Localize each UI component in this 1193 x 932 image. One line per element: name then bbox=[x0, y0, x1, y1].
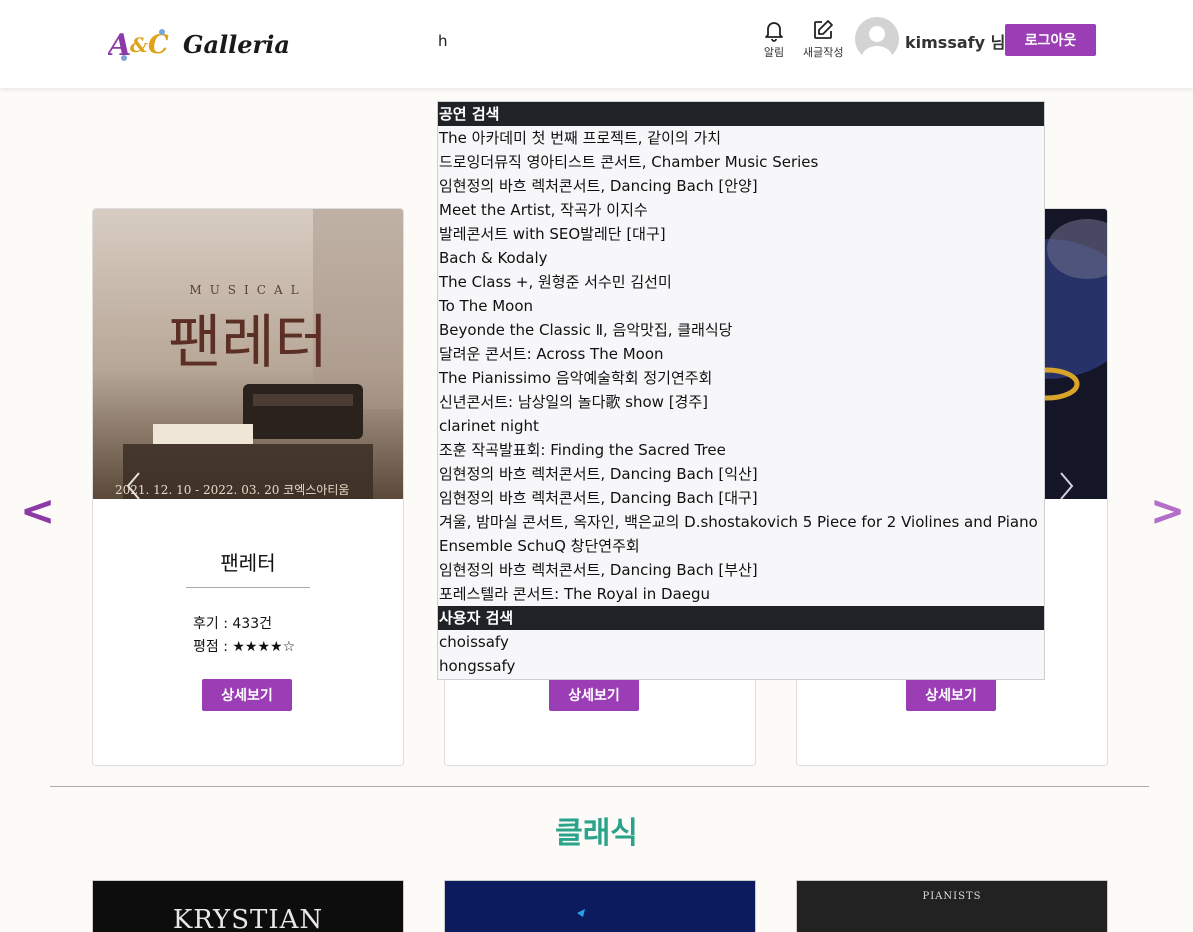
performance-result[interactable]: To The Moon bbox=[438, 294, 1044, 318]
performance-result[interactable]: 드로잉더뮤직 영아티스트 콘서트, Chamber Music Series bbox=[438, 150, 1044, 174]
logout-button[interactable]: 로그아웃 bbox=[1005, 24, 1096, 56]
top-header: A & C Galleria 알림 새글작성 kimssafy 님 로그아웃 bbox=[0, 0, 1193, 88]
section-divider bbox=[50, 786, 1149, 787]
edit-icon bbox=[814, 20, 834, 39]
classic-thumbnail[interactable]: KRYSTIAN bbox=[92, 880, 404, 932]
poster-date: 2021. 12. 10 - 2022. 03. 20 코엑스아티움 bbox=[115, 483, 350, 497]
card-title: 팬레터 bbox=[220, 551, 276, 575]
user-icon bbox=[862, 26, 892, 61]
new-post-label: 새글작성 bbox=[803, 46, 844, 59]
poster-image[interactable]: MUSICAL 팬레터 2021. 12. 10 - 2022. 03. 20 … bbox=[93, 209, 403, 501]
performance-result[interactable]: Ensemble SchuQ 창단연주회 bbox=[438, 534, 1044, 558]
performance-result[interactable]: 발레콘서트 with SEO발레단 [대구] bbox=[438, 222, 1044, 246]
search-input[interactable] bbox=[432, 26, 732, 56]
avatar[interactable] bbox=[855, 17, 899, 61]
detail-button[interactable]: 상세보기 bbox=[906, 679, 996, 711]
performance-result[interactable]: The Class +, 원형준 서수민 김선미 bbox=[438, 270, 1044, 294]
user-search-header: 사용자 검색 bbox=[438, 606, 1044, 630]
performance-search-header: 공연 검색 bbox=[438, 102, 1044, 126]
logo[interactable]: A & C Galleria bbox=[105, 22, 298, 64]
performance-card: MUSICAL 팬레터 2021. 12. 10 - 2022. 03. 20 … bbox=[92, 208, 404, 766]
new-post-button[interactable]: 새글작성 bbox=[803, 18, 843, 60]
thumbnail-text: PIANISTS bbox=[922, 891, 982, 902]
detail-button[interactable]: 상세보기 bbox=[202, 679, 292, 711]
detail-button[interactable]: 상세보기 bbox=[549, 679, 639, 711]
username: kimssafy 님 bbox=[905, 33, 1006, 52]
carousel-prev-button[interactable]: < bbox=[20, 488, 55, 534]
classic-thumbnail[interactable] bbox=[444, 880, 756, 932]
performance-result[interactable]: 달려운 콘서트: Across The Moon bbox=[438, 342, 1044, 366]
svg-text:A: A bbox=[108, 28, 131, 63]
section-title: 클래식 bbox=[555, 816, 638, 851]
carousel-next-button[interactable]: > bbox=[1150, 488, 1185, 534]
performance-result[interactable]: 신년콘서트: 남상일의 놀다歌 show [경주] bbox=[438, 390, 1044, 414]
performance-result[interactable]: Bach & Kodaly bbox=[438, 246, 1044, 270]
svg-text:&: & bbox=[130, 33, 148, 57]
performance-result[interactable]: The 아카데미 첫 번째 프로젝트, 같이의 가치 bbox=[438, 126, 1044, 150]
performance-result[interactable]: 겨울, 밤마실 콘서트, 옥자인, 백은교의 D.shostakovich 5 … bbox=[438, 510, 1044, 534]
thumbnail-text: KRYSTIAN bbox=[172, 905, 324, 932]
logo-graphic: A & C Galleria bbox=[105, 28, 290, 63]
performance-result[interactable]: 임현정의 바흐 렉처콘서트, Dancing Bach [대구] bbox=[438, 486, 1044, 510]
svg-text:C: C bbox=[148, 30, 169, 60]
user-result[interactable]: hongssafy bbox=[438, 654, 1044, 678]
classic-thumbnail[interactable]: PIANISTS bbox=[796, 880, 1108, 932]
performance-result[interactable]: 임현정의 바흐 렉처콘서트, Dancing Bach [부산] bbox=[438, 558, 1044, 582]
performance-result[interactable]: The Pianissimo 음악예술학회 정기연주회 bbox=[438, 366, 1044, 390]
search-results-dropdown: 공연 검색 The 아카데미 첫 번째 프로젝트, 같이의 가치 드로잉더뮤직 … bbox=[437, 101, 1045, 680]
performance-result[interactable]: Beyonde the Classic Ⅱ, 음악맛집, 클래식당 bbox=[438, 318, 1044, 342]
performance-result[interactable]: Meet the Artist, 작곡가 이지수 bbox=[438, 198, 1044, 222]
thumbnail-graphic bbox=[577, 909, 585, 917]
chevron-right-icon[interactable] bbox=[1059, 471, 1075, 501]
card-rating: 평점 : ★★★★☆ bbox=[193, 639, 296, 655]
svg-text:Galleria: Galleria bbox=[183, 30, 290, 59]
performance-result[interactable]: 포레스텔라 콘서트: The Royal in Daegu bbox=[438, 582, 1044, 606]
performance-result[interactable]: 임현정의 바흐 렉처콘서트, Dancing Bach [안양] bbox=[438, 174, 1044, 198]
bell-icon bbox=[765, 22, 783, 42]
card-review-count: 후기 : 433건 bbox=[193, 616, 272, 632]
card-divider bbox=[186, 587, 310, 588]
notifications-label: 알림 bbox=[763, 46, 785, 59]
poster-title: 팬레터 bbox=[167, 308, 329, 376]
performance-result[interactable]: clarinet night bbox=[438, 414, 1044, 438]
chevron-left-icon[interactable] bbox=[125, 471, 141, 501]
performance-result[interactable]: 조훈 작곡발표회: Finding the Sacred Tree bbox=[438, 438, 1044, 462]
performance-result[interactable]: 임현정의 바흐 렉처콘서트, Dancing Bach [익산] bbox=[438, 462, 1044, 486]
user-result[interactable]: choissafy bbox=[438, 630, 1044, 654]
notifications-button[interactable]: 알림 bbox=[762, 18, 786, 60]
